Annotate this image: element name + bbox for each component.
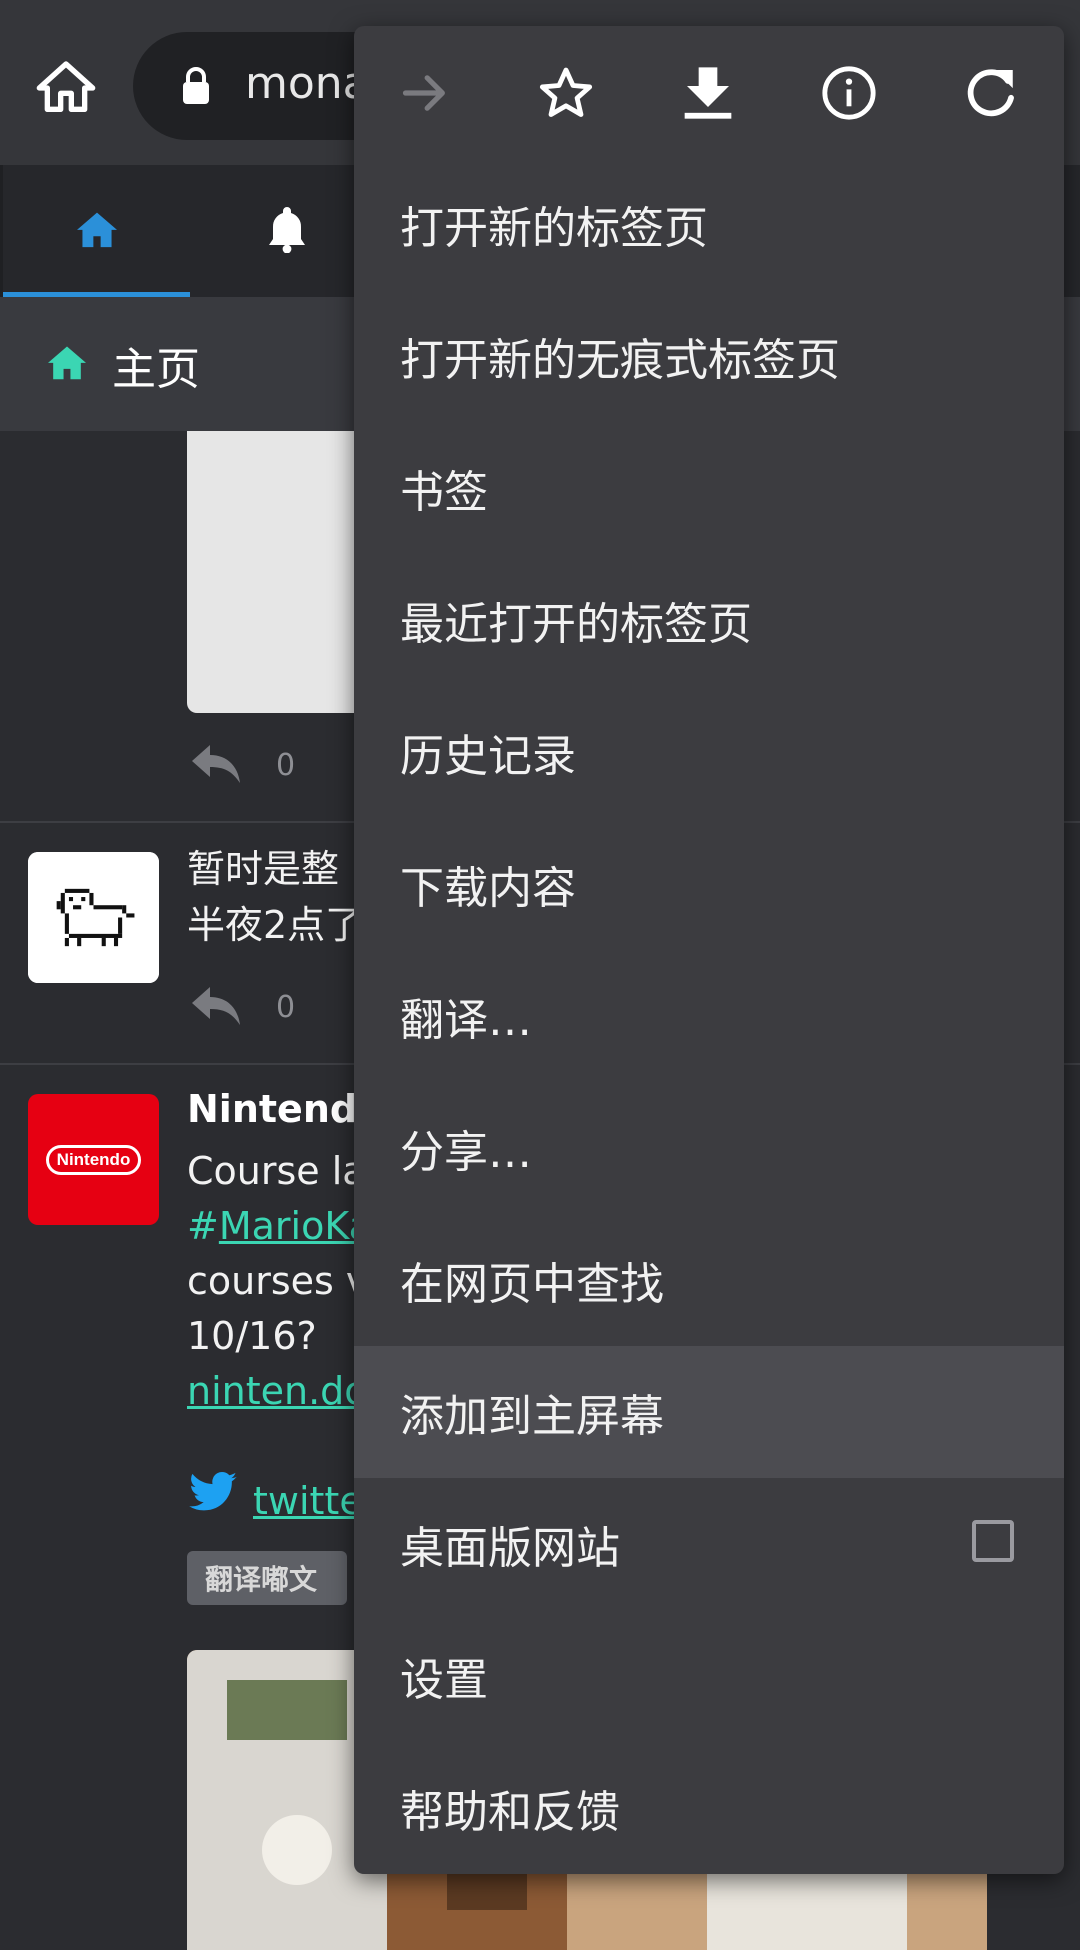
post-link[interactable]: ninten.do — [187, 1363, 368, 1419]
url-text: mona — [245, 58, 370, 109]
star-icon[interactable] — [529, 56, 603, 130]
menu-item-help-feedback[interactable]: 帮助和反馈 — [354, 1742, 1064, 1874]
twitter-link[interactable]: twitte — [187, 1471, 363, 1530]
menu-item-new-incognito-tab[interactable]: 打开新的无痕式标签页 — [354, 290, 1064, 422]
info-icon[interactable] — [812, 56, 886, 130]
post-actions: 0 — [190, 741, 295, 789]
tab-notifications[interactable] — [193, 165, 380, 297]
translate-toot-button[interactable]: 翻译嘟文 — [187, 1551, 347, 1605]
menu-item-new-tab[interactable]: 打开新的标签页 — [354, 158, 1064, 290]
post-text: 10/16? — [187, 1314, 317, 1358]
reply-count: 0 — [276, 989, 296, 1025]
avatar[interactable]: Nintendo — [28, 1094, 159, 1225]
refresh-icon[interactable] — [954, 56, 1028, 130]
forward-icon[interactable] — [388, 56, 462, 130]
hashtag-link[interactable]: #MarioKa — [187, 1198, 372, 1254]
menu-item-bookmarks[interactable]: 书签 — [354, 422, 1064, 554]
menu-icon-row — [354, 26, 1064, 158]
menu-item-downloads[interactable]: 下载内容 — [354, 818, 1064, 950]
home-icon — [46, 343, 88, 385]
menu-item-add-to-home-screen[interactable]: 添加到主屏幕 — [354, 1346, 1064, 1478]
bell-icon — [265, 205, 309, 257]
reply-icon[interactable] — [190, 983, 242, 1031]
post-text: 半夜2点了 — [187, 903, 364, 947]
desktop-site-checkbox[interactable] — [972, 1520, 1014, 1562]
post-text: 暂时是整 — [187, 847, 340, 891]
pixel-dog-avatar — [28, 852, 159, 983]
post-text: Course la — [187, 1149, 366, 1193]
reply-count: 0 — [276, 747, 296, 783]
menu-item-recent-tabs[interactable]: 最近打开的标签页 — [354, 554, 1064, 686]
post-actions: 0 — [190, 983, 295, 1031]
reply-icon[interactable] — [190, 741, 242, 789]
menu-item-history[interactable]: 历史记录 — [354, 686, 1064, 818]
tab-home[interactable] — [3, 165, 190, 297]
column-title: 主页 — [112, 344, 200, 395]
home-icon — [75, 209, 119, 253]
media-attachment[interactable] — [187, 431, 367, 713]
download-icon[interactable] — [671, 56, 745, 130]
lock-icon — [181, 66, 211, 110]
avatar[interactable] — [28, 852, 159, 983]
menu-item-desktop-site[interactable]: 桌面版网站 — [354, 1478, 1064, 1610]
nintendo-logo: Nintendo — [45, 1144, 142, 1175]
twitter-icon — [187, 1471, 239, 1530]
overflow-menu: 打开新的标签页 打开新的无痕式标签页 书签 最近打开的标签页 历史记录 下载内容… — [354, 26, 1064, 1874]
post-text: courses v — [187, 1259, 369, 1303]
menu-item-share[interactable]: 分享… — [354, 1082, 1064, 1214]
menu-item-translate[interactable]: 翻译… — [354, 950, 1064, 1082]
menu-item-find-in-page[interactable]: 在网页中查找 — [354, 1214, 1064, 1346]
home-icon[interactable] — [28, 50, 104, 126]
menu-item-settings[interactable]: 设置 — [354, 1610, 1064, 1742]
